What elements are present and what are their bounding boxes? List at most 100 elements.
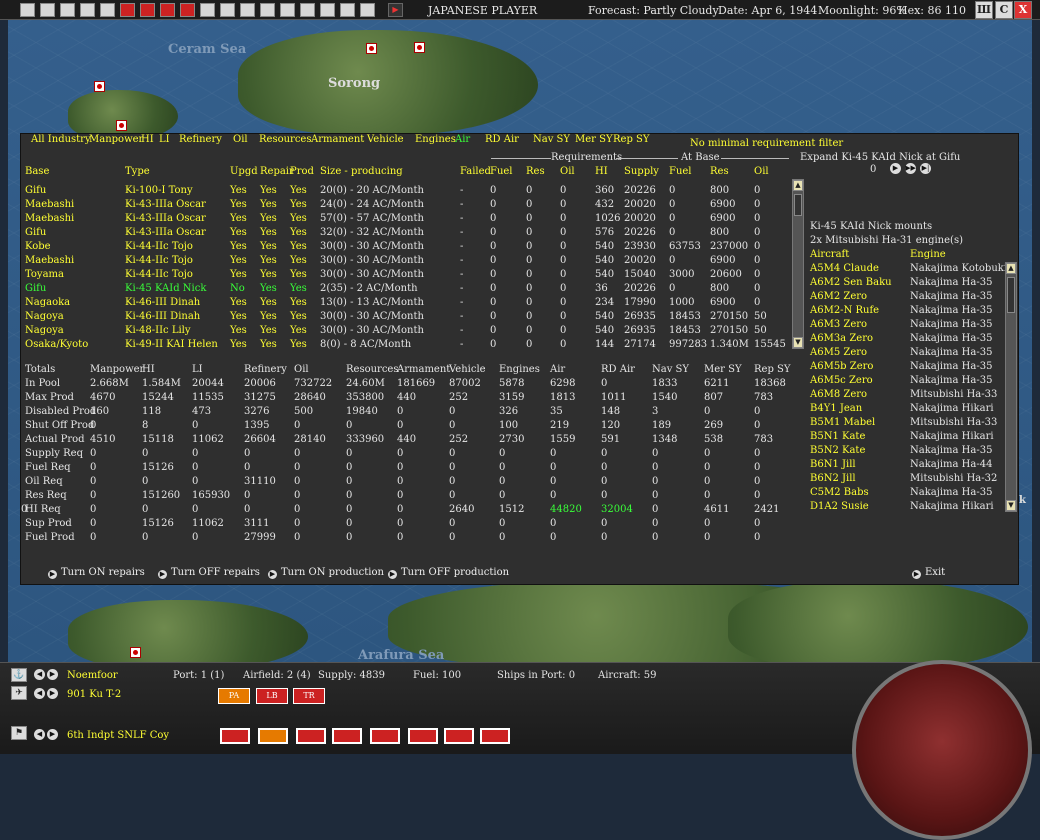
scroll-thumb[interactable]	[1007, 277, 1015, 313]
filter-engines[interactable]: Engines	[415, 134, 456, 145]
col-header[interactable]: Upgd	[230, 166, 258, 177]
window-menu-button[interactable]: Ш	[975, 1, 993, 19]
aircraft-item[interactable]: B6N1 Jill	[810, 459, 856, 470]
base-marker[interactable]	[116, 120, 127, 131]
ground-unit-stepper[interactable]: ◀ ▶	[34, 729, 58, 740]
table-row[interactable]: Maebashi Ki-43-IIIa Oscar Yes Yes Yes 24(0) -…	[21, 199, 791, 213]
reports-icon[interactable]	[60, 3, 75, 17]
aircraft-item[interactable]: A6M8 Zero	[810, 389, 867, 400]
col-header[interactable]: Oil	[560, 166, 575, 177]
table-row[interactable]: Gifu Ki-100-I Tony Yes Yes Yes 20(0) - 20 AC/…	[21, 185, 791, 199]
filter-armament[interactable]: Armament	[311, 134, 364, 145]
next-icon[interactable]: ▶	[47, 688, 58, 699]
map-icon[interactable]	[260, 3, 275, 17]
intel-icon[interactable]	[80, 3, 95, 17]
scroll-thumb[interactable]	[794, 194, 802, 216]
transport-button[interactable]: TR	[293, 688, 325, 704]
turn-off-production-button[interactable]: ▶ Turn OFF production	[388, 567, 509, 579]
stack-icon[interactable]	[220, 3, 235, 17]
filter-resources[interactable]: Resources	[259, 134, 311, 145]
prev-icon[interactable]: ◀	[34, 669, 45, 680]
grid-icon[interactable]	[340, 3, 355, 17]
col-header[interactable]: HI	[595, 166, 608, 177]
aircraft-item[interactable]: D1A2 Susie	[810, 501, 869, 512]
aircraft-item[interactable]: B5N1 Kate	[810, 431, 865, 442]
filter-oil[interactable]: Oil	[233, 134, 248, 145]
base-marker[interactable]	[366, 43, 377, 54]
table-row[interactable]: Osaka/Kyoto Ki-49-II KAI Helen Yes Yes Yes 8(…	[21, 339, 791, 353]
end-turn-icon[interactable]	[40, 3, 55, 17]
air-unit-stepper[interactable]: ◀ ▶	[34, 688, 58, 699]
col-header[interactable]: Failed	[460, 166, 491, 177]
aircraft-item[interactable]: C5M2 Babs	[810, 487, 869, 498]
table-row[interactable]: Nagoya Ki-46-III Dinah Yes Yes Yes 30(0) - 30…	[21, 311, 791, 325]
col-header[interactable]: Size - producing	[320, 166, 403, 177]
filter-air[interactable]: Air	[455, 134, 470, 145]
factory-scrollbar[interactable]: ▲ ▼	[792, 179, 804, 349]
filter-mer-sy[interactable]: Mer SY	[575, 134, 613, 145]
aircraft-item[interactable]: B5M1 Mabel	[810, 417, 875, 428]
turn-off-repairs-button[interactable]: ▶ Turn OFF repairs	[158, 567, 260, 579]
scroll-up-icon[interactable]: ▲	[793, 180, 803, 191]
link-icon[interactable]	[300, 3, 315, 17]
table-row[interactable]: Kobe Ki-44-IIc Tojo Yes Yes Yes 30(0) - 30 AC…	[21, 241, 791, 255]
aircraft-item[interactable]: A6M2-N Rufe	[810, 305, 879, 316]
ground-unit-name[interactable]: 6th Indpt SNLF Coy	[67, 730, 169, 741]
land-based-button[interactable]: LB	[256, 688, 288, 704]
col-header[interactable]: Fuel	[490, 166, 513, 177]
filter-hi[interactable]: HI	[141, 134, 154, 145]
col-header[interactable]: Type	[125, 166, 150, 177]
aircraft-item[interactable]: A6M5c Zero	[810, 375, 873, 386]
prev-icon[interactable]: ◀	[34, 688, 45, 699]
table-row[interactable]: Gifu Ki-45 KAId Nick No Yes Yes 2(35) - 2 AC/…	[21, 283, 791, 297]
info-icon[interactable]	[100, 3, 115, 17]
air-unit-name[interactable]: 901 Ku T-2	[67, 689, 121, 700]
aircraft-item[interactable]: B5N2 Kate	[810, 445, 865, 456]
base-icon[interactable]: ⚓	[11, 668, 27, 682]
table-row[interactable]: Maebashi Ki-44-IIc Tojo Yes Yes Yes 30(0) - 3…	[21, 255, 791, 269]
filter-vehicle[interactable]: Vehicle	[367, 134, 404, 145]
col-header[interactable]: Oil	[754, 166, 769, 177]
base-marker[interactable]	[130, 647, 141, 658]
filter-rd-air[interactable]: RD Air	[485, 134, 519, 145]
aircraft-item[interactable]: A6M3a Zero	[810, 333, 873, 344]
op-icon[interactable]	[320, 3, 335, 17]
table-row[interactable]: Nagaoka Ki-46-III Dinah Yes Yes Yes 13(0) - 1…	[21, 297, 791, 311]
close-button[interactable]: X	[1014, 1, 1032, 19]
play-icon[interactable]: ▶	[388, 3, 403, 17]
table-row[interactable]: Toyama Ki-44-IIc Tojo Yes Yes Yes 30(0) - 30 …	[21, 269, 791, 283]
flag-icon[interactable]	[180, 3, 195, 17]
last-icon[interactable]: ▶|	[920, 163, 931, 174]
col-header[interactable]: Res	[526, 166, 545, 177]
filter-nav-sy[interactable]: Nav SY	[533, 134, 570, 145]
turn-on-repairs-button[interactable]: ▶ Turn ON repairs	[48, 567, 145, 579]
filter-manpower[interactable]: Manpower	[89, 134, 143, 145]
globe-icon[interactable]	[280, 3, 295, 17]
base-name[interactable]: Noemfoor	[67, 670, 118, 681]
unit-action-button[interactable]	[370, 728, 400, 744]
base-stepper[interactable]: ◀ ▶	[34, 669, 58, 680]
scroll-down-icon[interactable]: ▼	[793, 337, 803, 348]
sun-flag-icon[interactable]	[120, 3, 135, 17]
unit-action-button[interactable]	[444, 728, 474, 744]
next-icon[interactable]: ▶	[890, 163, 901, 174]
patrol-button[interactable]: PA	[218, 688, 250, 704]
filter-refinery[interactable]: Refinery	[179, 134, 222, 145]
col-header[interactable]: Res	[710, 166, 729, 177]
unit-action-button[interactable]	[332, 728, 362, 744]
prev-icon[interactable]: ◀	[34, 729, 45, 740]
aircraft-item[interactable]: A6M2 Sen Baku	[810, 277, 892, 288]
cross-icon[interactable]	[140, 3, 155, 17]
unit-action-button[interactable]	[296, 728, 326, 744]
window-icon[interactable]	[360, 3, 375, 17]
turn-on-production-button[interactable]: ▶ Turn ON production	[268, 567, 384, 579]
plane-icon[interactable]	[160, 3, 175, 17]
col-header[interactable]: Supply	[624, 166, 659, 177]
next-fast-icon[interactable]: ▶▶	[905, 163, 916, 174]
filter-all-industry[interactable]: All Industry	[31, 134, 91, 145]
menu-icon[interactable]	[20, 3, 35, 17]
aircraft-item[interactable]: B6N2 Jill	[810, 473, 856, 484]
aircraft-item[interactable]: A6M5 Zero	[810, 347, 867, 358]
next-icon[interactable]: ▶	[47, 669, 58, 680]
base-marker[interactable]	[94, 81, 105, 92]
